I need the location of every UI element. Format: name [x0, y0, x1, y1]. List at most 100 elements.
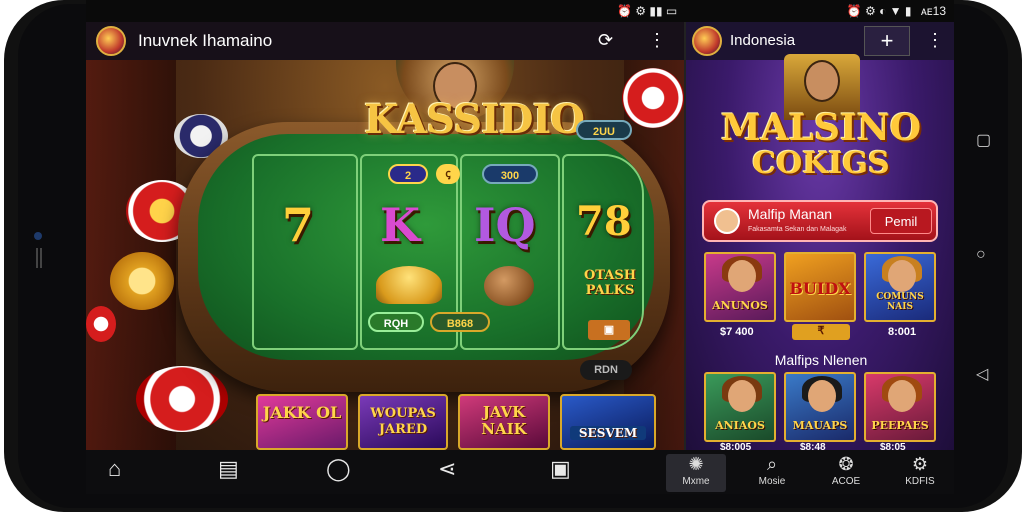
game-tile[interactable]: JAVK NAIK: [458, 394, 550, 450]
game-tile[interactable]: JAKK OL: [256, 394, 348, 450]
cokigs-logo: COKIGS: [752, 146, 890, 181]
front-sensor: [34, 232, 42, 240]
library-icon[interactable]: ▤: [218, 456, 239, 482]
money-bag-icon: [484, 266, 534, 306]
home-icon[interactable]: ⌂: [108, 456, 121, 482]
malsino-logo: MALSINO: [720, 107, 922, 149]
active-icon: ❂: [838, 454, 854, 474]
nav-item-search[interactable]: ⌕ Mosie: [742, 454, 802, 487]
nav-label: ACOE: [831, 476, 861, 487]
back-button[interactable]: ◁: [976, 364, 988, 384]
bet-pill-icon[interactable]: ꞔ: [436, 164, 460, 184]
left-app-title: Inuvnek Ihamaino: [138, 31, 273, 50]
status-time: ᴀᴇ13: [920, 4, 946, 18]
user-name: Malfip Manan: [748, 206, 833, 222]
user-avatar: [714, 208, 740, 234]
tile-value: $7 400: [720, 326, 754, 338]
game-tile[interactable]: COMUNS NAIS: [864, 252, 936, 322]
game-tile-label: JAVK NAIK: [481, 403, 527, 438]
right-app-title: Indonesia: [730, 32, 796, 49]
game-tile-label: ANIAOS: [715, 419, 765, 432]
game-tile[interactable]: MAUAPS: [784, 372, 856, 442]
menu-icon[interactable]: ⋮: [926, 30, 944, 51]
green-pill[interactable]: RQH: [368, 312, 424, 332]
character-face: [728, 260, 756, 292]
home-sun-icon: ✺: [688, 454, 704, 474]
left-app-header: Inuvnek Ihamaino ⟳ ⋮: [86, 22, 684, 60]
app-logo-icon[interactable]: [692, 26, 722, 56]
character-face: [728, 380, 756, 412]
character-face: [888, 380, 916, 412]
app-logo-icon[interactable]: [96, 26, 126, 56]
card-symbol: 7: [282, 198, 315, 252]
user-action-button[interactable]: Pemil: [870, 208, 932, 234]
chip-stack-icon: [136, 366, 228, 432]
card-slot[interactable]: [252, 154, 358, 350]
share-icon[interactable]: ⋖: [438, 456, 456, 482]
tile-value: $8:005: [720, 442, 752, 450]
bottom-navigation: ⌂ ▤ ◯ ⋖ ▣ ✺ Mxme ⌕ Mosie ❂ ACOE ⚙ KDFIS: [86, 450, 954, 494]
tile-value[interactable]: ₹: [792, 324, 850, 340]
badge-top-right: 2UU: [576, 120, 632, 140]
screen: ⏰ ⚙ ▮▮ ▭ ⏰ ⚙ ◐ ▼ ▮ ᴀᴇ13 Inuvnek Ihamaino…: [86, 0, 954, 494]
side-text: OTASH PALKS: [583, 268, 637, 298]
search-icon: ⌕: [766, 454, 778, 474]
section-title: Malfips Nlenen: [774, 352, 868, 368]
game-tile-label: COMUNS NAIS: [876, 292, 924, 312]
value-pill: 300: [482, 164, 538, 184]
status-icons-left: ⏰ ⚙ ▮▮ ▭: [617, 4, 678, 18]
game-tile[interactable]: WOUPAS JARED: [358, 394, 448, 450]
chip-icon: [622, 68, 684, 128]
status-icons-right: ⏰ ⚙ ◐ ▼ ▮: [846, 4, 912, 18]
nav-item-settings[interactable]: ⚙ KDFIS: [890, 454, 950, 487]
home-button[interactable]: ○: [976, 246, 986, 264]
gold-chip-icon: [110, 252, 174, 310]
right-app-window: Indonesia + ⋮ MALSINO COKIGS Malfip Mana…: [684, 22, 954, 450]
card-symbol: IQ: [474, 198, 536, 252]
speaker-grille: [36, 248, 42, 268]
sync-icon[interactable]: ⟳: [598, 30, 613, 51]
gold-pile-icon: [376, 266, 442, 304]
nav-item-home[interactable]: ✺ Mxme: [666, 454, 726, 492]
nav-label: KDFIS: [905, 476, 935, 487]
menu-icon[interactable]: ⋮: [648, 30, 666, 51]
card-symbol: 78: [576, 198, 632, 245]
game-tile-label: PEEPAES: [871, 419, 929, 432]
bet-pill[interactable]: 2: [388, 164, 428, 184]
nav-label: Mxme: [682, 476, 710, 487]
game-tile[interactable]: SESVEM: [560, 394, 656, 450]
host-avatar: [804, 60, 840, 102]
user-subtitle: Fakasamta Sekan dan Malagak: [748, 226, 847, 233]
game-tile[interactable]: ANUNOS: [704, 252, 776, 322]
add-button[interactable]: +: [864, 26, 910, 56]
game-tile-label: JAKK OL: [262, 403, 342, 422]
status-bar: ⏰ ⚙ ▮▮ ▭ ⏰ ⚙ ◐ ▼ ▮ ᴀᴇ13: [86, 0, 954, 22]
chat-icon[interactable]: ◯: [326, 456, 351, 482]
nav-label: Mosie: [758, 476, 786, 487]
chip-icon: [86, 306, 116, 342]
game-tile-label: BUIDX: [789, 279, 851, 298]
game-tile-label: SESVEM: [570, 426, 646, 440]
camera-icon[interactable]: ▣: [550, 456, 571, 482]
tile-value: $8:48: [800, 442, 826, 450]
character-face: [808, 380, 836, 412]
game-tile[interactable]: ANIAOS: [704, 372, 776, 442]
game-tile-label: ANUNOS: [712, 299, 768, 312]
game-tile[interactable]: PEEPAES: [864, 372, 936, 442]
rail-label: RDN: [580, 360, 632, 380]
game-tile-label: MAUAPS: [792, 419, 848, 432]
status-right: ⏰ ⚙ ◐ ▼ ▮ ᴀᴇ13: [841, 4, 946, 18]
green-pill[interactable]: B868: [430, 312, 490, 332]
side-button[interactable]: ▣: [588, 320, 630, 340]
tile-value: 8:001: [888, 326, 917, 338]
settings-icon: ⚙: [911, 454, 929, 474]
character-face: [888, 260, 916, 292]
tile-value: $8:05: [880, 442, 906, 450]
nav-item-active[interactable]: ❂ ACOE: [816, 454, 876, 487]
card-symbol: K: [380, 198, 420, 252]
recent-apps-button[interactable]: ▢: [976, 130, 991, 150]
game-tile-label: WOUPAS JARED: [370, 406, 436, 437]
left-app-window: Inuvnek Ihamaino ⟳ ⋮ KASSIDIO 2UU 7 K IQ…: [86, 22, 684, 450]
user-bar[interactable]: Malfip Manan Fakasamta Sekan dan Malagak…: [702, 200, 938, 242]
game-tile[interactable]: BUIDX: [784, 252, 856, 322]
